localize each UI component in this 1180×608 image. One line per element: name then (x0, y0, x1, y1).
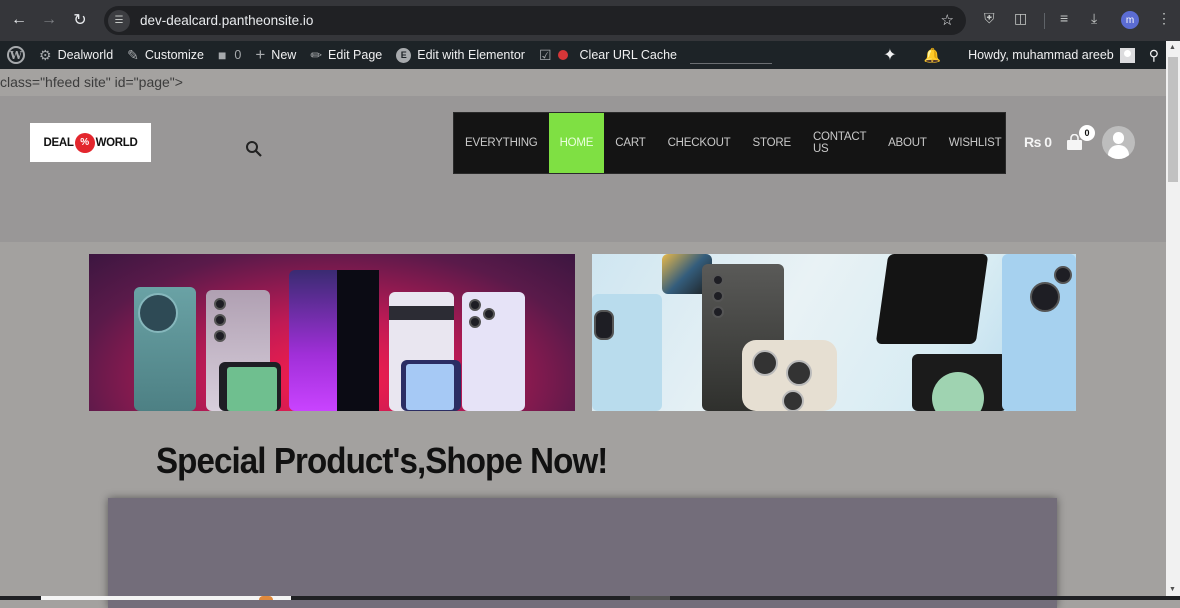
user-avatar-small (1119, 47, 1135, 63)
menu-label: ABOUT (888, 137, 927, 149)
menu-item-everything[interactable]: EVERYTHING (454, 113, 549, 173)
account-menu[interactable]: Howdy, muhammad areeb (961, 41, 1142, 69)
forward-icon[interactable]: → (37, 8, 61, 32)
logo-text-left: DEAL (43, 136, 74, 149)
user-account-avatar[interactable] (1102, 126, 1135, 159)
menu-item-about[interactable]: ABOUT (877, 113, 938, 173)
seo-status-dot (557, 50, 568, 60)
reload-icon[interactable]: ↻ (68, 8, 92, 32)
search-icon: ⚲ (1148, 46, 1159, 63)
scroll-up-arrow[interactable]: ▲ (1169, 44, 1176, 51)
media-queue-icon[interactable]: ≡ (1060, 10, 1068, 26)
phone-image (289, 270, 379, 411)
customize-link[interactable]: ✎ Customize (120, 41, 211, 69)
menu-label: CHECKOUT (667, 137, 731, 149)
elementor-icon: E (396, 47, 412, 63)
back-icon[interactable]: ← (7, 8, 31, 32)
plus-icon: + (255, 45, 266, 64)
menu-label: HOME (559, 137, 594, 149)
phone-image (219, 362, 281, 411)
browser-toolbar: ← → ↻ ☰ dev-dealcard.pantheonsite.io ☆ ⛨… (0, 0, 1180, 41)
taskbar-app-icon[interactable] (259, 596, 273, 600)
howdy-label: Howdy, muhammad areeb (968, 48, 1114, 62)
brush-icon: ✎ (127, 46, 139, 63)
taskbar (0, 596, 1180, 600)
phone-image (1002, 254, 1076, 411)
url-text[interactable]: dev-dealcard.pantheonsite.io (140, 13, 313, 28)
sparkle-icon: ✦ (883, 47, 897, 64)
taskbar-window[interactable] (41, 596, 291, 600)
menu-item-checkout[interactable]: CHECKOUT (657, 113, 742, 173)
phone-image (134, 287, 196, 411)
menu-item-cart[interactable]: CART (604, 113, 656, 173)
comment-icon: ■ (217, 47, 227, 63)
menu-label: CART (615, 137, 646, 149)
bookmark-star-icon[interactable]: ☆ (941, 11, 954, 29)
menu-label: STORE (752, 137, 792, 149)
phone-image (742, 340, 837, 411)
phone-image (462, 292, 525, 411)
bell-icon: 🔔 (923, 46, 942, 63)
leaked-html-text: class="hfeed site" id="page"> (0, 69, 1166, 96)
phone-image (401, 360, 461, 411)
yoast-icon: ☑ (538, 46, 552, 63)
notifications-button[interactable]: 🔔 (910, 41, 961, 69)
profile-avatar[interactable]: m (1121, 11, 1139, 29)
smartphones-lineup-banner[interactable] (89, 254, 575, 411)
main-menu: EVERYTHING HOME CART CHECKOUT STORE CONT… (453, 112, 1006, 174)
wordpress-icon: W (7, 46, 25, 64)
phone-image (912, 354, 1007, 411)
edit-elementor-link[interactable]: E Edit with Elementor (389, 41, 532, 69)
product-grid-container (108, 498, 1057, 608)
menu-item-store[interactable]: STORE (742, 113, 802, 173)
wp-admin-bar: W ⚙ Dealworld ✎ Customize ■ 0 + New ✏ Edit Pa… (0, 41, 1166, 69)
address-bar[interactable]: ☰ dev-dealcard.pantheonsite.io ☆ (104, 6, 966, 35)
site-name-menu[interactable]: ⚙ Dealworld (32, 41, 120, 69)
menu-label: CONTACT US (812, 131, 867, 155)
comments-link[interactable]: ■ 0 (211, 41, 248, 69)
phone-image (592, 294, 662, 411)
flagship-phones-banner[interactable] (592, 254, 1076, 411)
admin-bar-divider (690, 62, 773, 64)
scrollbar-thumb[interactable] (1168, 57, 1178, 182)
logo-text-right: WORLD (95, 136, 138, 149)
menu-item-wishlist[interactable]: WISHLIST (938, 113, 1013, 173)
wp-logo-menu[interactable]: W (0, 41, 32, 69)
edit-page-label: Edit Page (328, 48, 383, 62)
admin-search-button[interactable]: ⚲ (1142, 41, 1166, 69)
extensions-puzzle-icon[interactable]: ◫ (1014, 10, 1027, 27)
seo-menu[interactable]: ☑ Clear URL Cache (532, 41, 684, 69)
page-scrollbar[interactable]: ▲ ▼ (1166, 41, 1180, 596)
section-title: Special Product's,Shope Now! (156, 440, 608, 481)
menu-kebab-icon[interactable]: ⋮ (1157, 10, 1171, 27)
header-search-icon[interactable] (245, 140, 263, 163)
menu-label: EVERYTHING (465, 137, 538, 149)
menu-item-home[interactable]: HOME (548, 113, 605, 173)
scroll-down-arrow[interactable]: ▼ (1169, 586, 1176, 593)
ai-assistant-button[interactable]: ✦ (876, 41, 909, 69)
new-content-menu[interactable]: + New (248, 41, 303, 69)
dashboard-icon: ⚙ (39, 46, 52, 63)
taskbar-item[interactable] (630, 596, 670, 600)
cart-total[interactable]: Rs 0 (1024, 134, 1052, 150)
pencil-icon: ✏ (310, 46, 323, 63)
site-logo[interactable]: DEAL % WORLD (30, 123, 151, 162)
cart-count-badge: 0 (1079, 125, 1095, 141)
phone-image (875, 254, 989, 344)
logo-percent-badge: % (74, 132, 95, 153)
toolbar-divider (1044, 13, 1045, 29)
new-label: New (271, 48, 297, 62)
menu-label: WISHLIST (948, 137, 1002, 149)
clear-cache-label[interactable]: Clear URL Cache (580, 48, 678, 62)
download-icon[interactable]: ⤓ (1091, 10, 1097, 27)
edit-elementor-label: Edit with Elementor (417, 48, 525, 62)
shield-extension-icon[interactable]: ⛨ (984, 10, 995, 27)
menu-item-contact-us[interactable]: CONTACT US (802, 113, 877, 173)
comments-count: 0 (234, 48, 242, 62)
customize-label: Customize (144, 48, 204, 62)
site-info-icon[interactable]: ☰ (108, 9, 130, 32)
site-header: DEAL % WORLD EVERYTHING HOME CART CHECKO… (0, 96, 1166, 242)
site-name-label: Dealworld (57, 48, 114, 62)
edit-page-link[interactable]: ✏ Edit Page (303, 41, 389, 69)
